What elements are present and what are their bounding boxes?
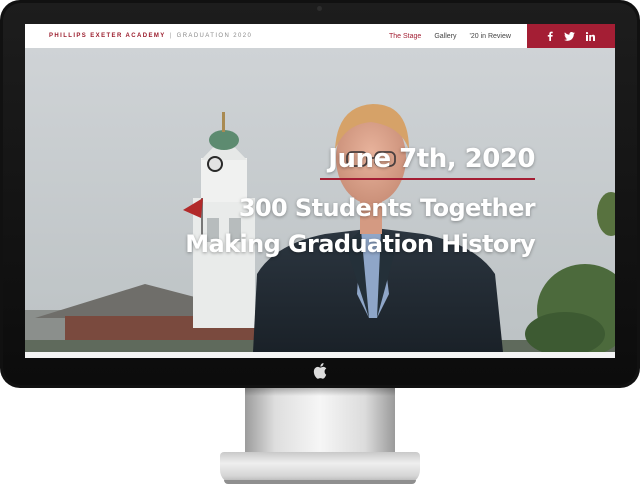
nav-item-gallery[interactable]: Gallery [434,33,456,40]
hero-headline-line2: Making Graduation History [185,230,535,258]
nav-item-the-stage[interactable]: The Stage [389,33,421,40]
site-header: PHILLIPS EXETER ACADEMY | GRADUATION 202… [25,24,615,48]
camera-dot [317,6,322,11]
screen: PHILLIPS EXETER ACADEMY | GRADUATION 202… [25,24,615,358]
monitor-stand-neck [245,388,395,454]
brand-subtitle: GRADUATION 2020 [176,33,253,39]
hero-date: June 7th, 2020 [328,144,535,174]
main-nav: The Stage Gallery '20 in Review [389,24,524,48]
apple-logo-icon [313,363,327,379]
hero-headline-line1: 300 Students Together [238,194,536,222]
facebook-icon[interactable] [547,31,553,41]
hero-bottom-bar [25,352,615,358]
hero-banner: June 7th, 2020 300 Students Together Mak… [25,48,615,352]
linkedin-icon[interactable] [586,31,595,41]
monitor-stand-shadow [245,388,395,396]
brand-name: PHILLIPS EXETER ACADEMY [49,33,166,39]
brand[interactable]: PHILLIPS EXETER ACADEMY | GRADUATION 202… [49,24,252,48]
date-underline [320,178,535,180]
monitor-bezel: PHILLIPS EXETER ACADEMY | GRADUATION 202… [0,0,640,388]
nav-item-20-in-review[interactable]: '20 in Review [470,33,511,40]
monitor-stand-base-edge [224,480,416,484]
social-bar [527,24,615,48]
brand-separator: | [169,33,173,39]
twitter-icon[interactable] [564,31,575,41]
